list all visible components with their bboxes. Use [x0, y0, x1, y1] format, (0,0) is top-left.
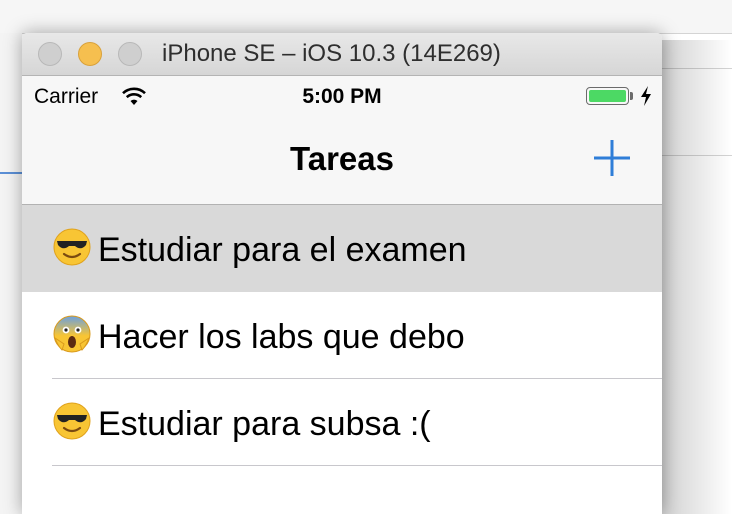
background-gutter [0, 33, 22, 514]
charging-bolt-icon [641, 86, 651, 106]
status-bar: Carrier 5:00 PM [22, 76, 662, 116]
plus-icon [594, 140, 630, 176]
window-shadow [662, 40, 732, 514]
window-title: iPhone SE – iOS 10.3 (14E269) [162, 40, 501, 67]
battery-level [589, 90, 626, 102]
navigation-bar: Tareas [22, 116, 662, 205]
simulator-window: iPhone SE – iOS 10.3 (14E269) Carrier 5:… [22, 33, 662, 514]
add-task-button[interactable] [590, 136, 634, 180]
device-screen: Carrier 5:00 PM Tareas Estudiar para el … [22, 76, 662, 514]
task-list: Estudiar para el examen Hacer los labs q… [22, 205, 662, 466]
status-time: 5:00 PM [302, 85, 382, 108]
task-cell: Hacer los labs que debo [52, 314, 465, 357]
background-highlight [0, 172, 22, 174]
task-label: Estudiar para el examen [98, 231, 467, 269]
close-window-button[interactable] [38, 42, 62, 66]
sunglasses-face-icon [53, 402, 91, 440]
sunglasses-face-icon [53, 228, 91, 266]
task-label: Hacer los labs que debo [98, 318, 465, 356]
battery-tip [630, 92, 633, 100]
row-separator [52, 465, 662, 466]
task-row[interactable]: Estudiar para el examen [22, 205, 662, 292]
screaming-face-icon [53, 315, 91, 353]
zoom-window-button[interactable] [118, 42, 142, 66]
page-title: Tareas [290, 140, 394, 177]
background-toolbar [0, 0, 732, 33]
task-label: Estudiar para subsa :( [98, 405, 431, 443]
battery-icon [586, 87, 629, 105]
task-row[interactable]: Estudiar para subsa :( [22, 379, 662, 466]
task-cell: Estudiar para subsa :( [52, 401, 431, 444]
window-titlebar[interactable]: iPhone SE – iOS 10.3 (14E269) [22, 33, 662, 76]
task-cell: Estudiar para el examen [52, 227, 467, 270]
task-row[interactable]: Hacer los labs que debo [22, 292, 662, 379]
minimize-window-button[interactable] [78, 42, 102, 66]
